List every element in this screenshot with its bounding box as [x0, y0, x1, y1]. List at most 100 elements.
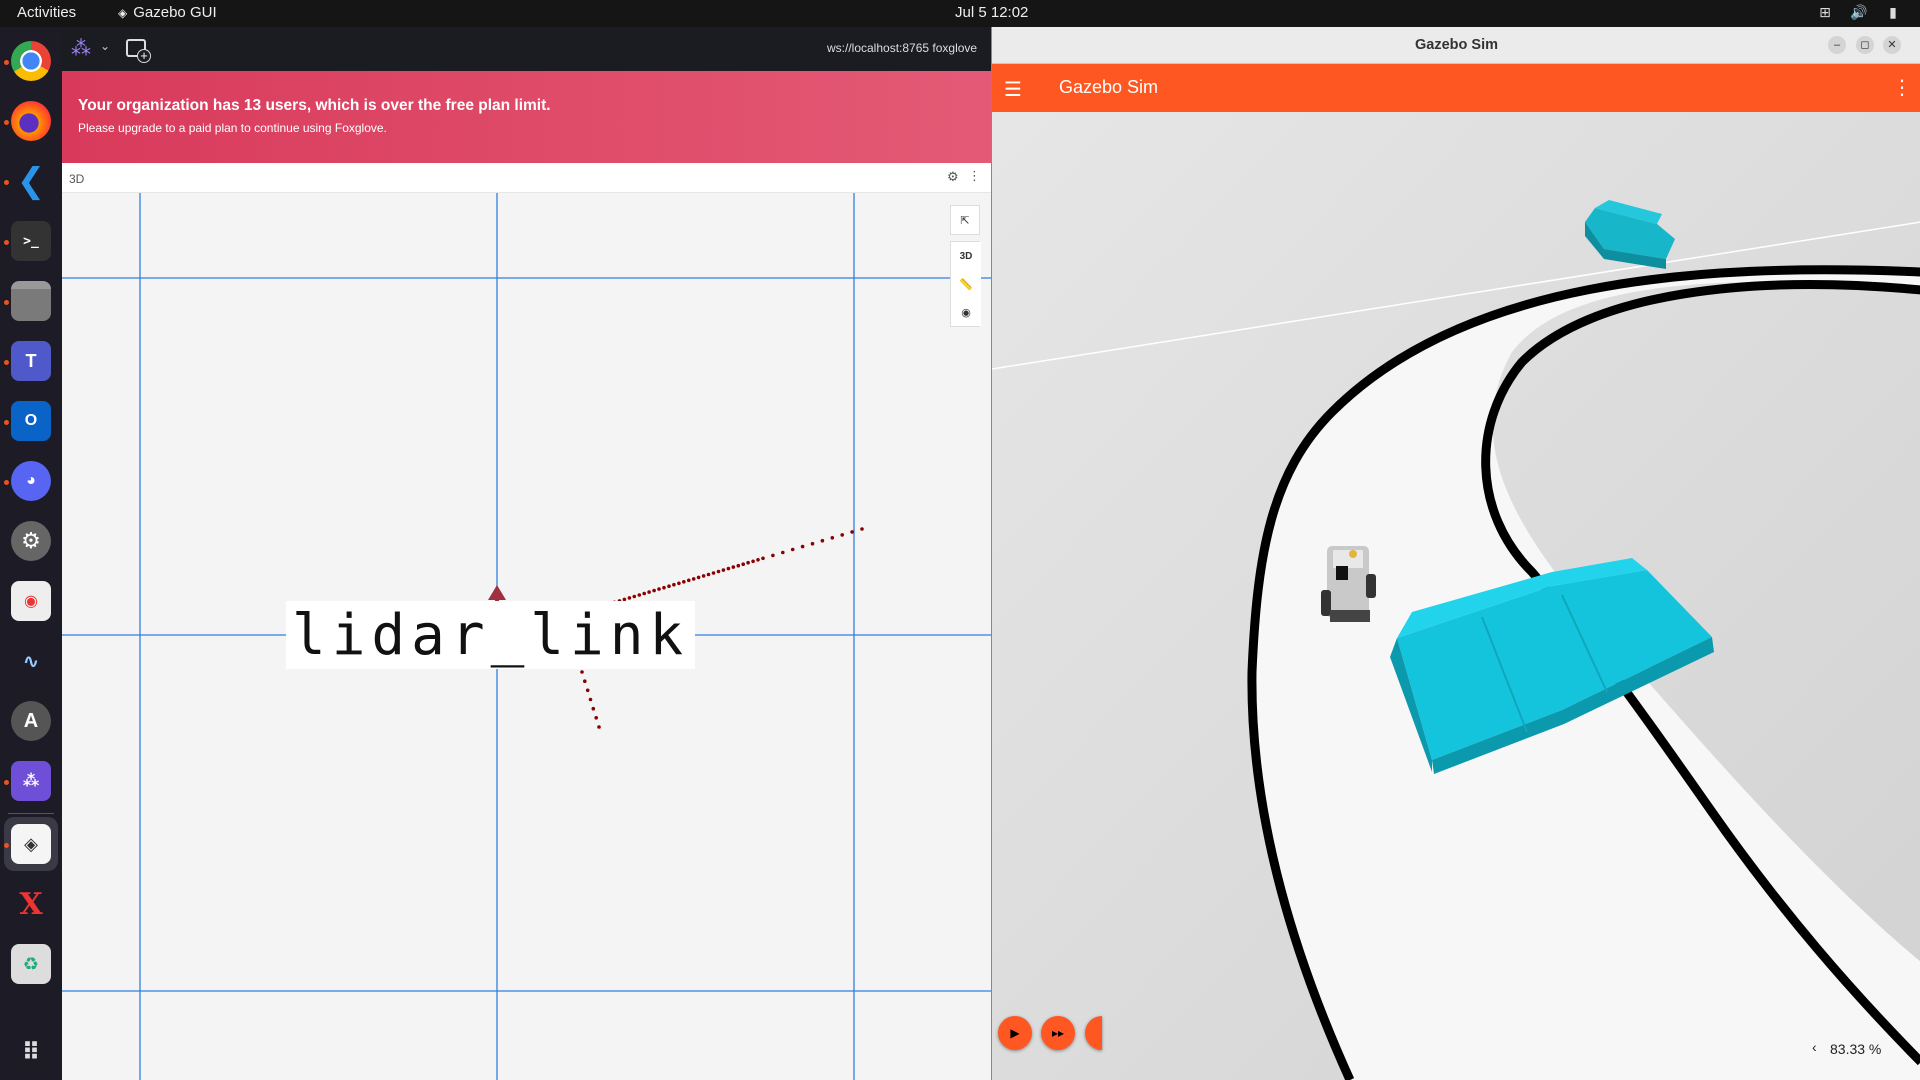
trash-icon[interactable]: ♻	[11, 944, 51, 984]
lidar-point	[731, 565, 736, 569]
chevron-left-icon[interactable]: ‹	[1812, 1039, 1817, 1055]
battery-icon: ▮	[1889, 4, 1897, 20]
banner-title: Your organization has 13 users, which is…	[78, 97, 551, 114]
system-monitor-icon[interactable]: ∿	[11, 641, 51, 681]
foxglove-header: ⁂ ⌄ ws://localhost:8765 foxglove	[62, 27, 991, 71]
lidar-point	[761, 556, 765, 561]
window-title: Gazebo Sim	[1415, 37, 1498, 53]
add-panel-icon[interactable]	[126, 39, 151, 63]
lidar-point	[642, 591, 646, 596]
lidar-point	[741, 562, 745, 566]
gear-icon[interactable]: ⚙	[947, 169, 959, 185]
lidar-point	[726, 566, 731, 571]
step-forward-button[interactable]: ▸▸	[1041, 1016, 1075, 1050]
files-icon[interactable]	[11, 281, 51, 321]
lidar-point	[597, 725, 601, 729]
foxglove-window: ⁂ ⌄ ws://localhost:8765 foxglove Your or…	[62, 27, 991, 1080]
lidar-point	[746, 560, 750, 565]
volume-icon: 🔊	[1850, 4, 1868, 20]
software-icon[interactable]: A	[11, 701, 51, 741]
lidar-point	[771, 553, 775, 558]
lidar-point	[721, 568, 726, 572]
lidar-point	[800, 544, 805, 549]
lidar-point	[667, 584, 671, 588]
lidar-point	[696, 575, 701, 580]
lidar-point	[781, 550, 785, 555]
activities-button[interactable]: Activities	[17, 4, 76, 21]
robot-model	[1321, 546, 1376, 622]
chevron-down-icon[interactable]: ⌄	[100, 39, 110, 53]
settings-icon[interactable]: ⚙	[11, 521, 51, 561]
close-icon[interactable]: ✕	[1883, 36, 1901, 54]
show-apps-icon[interactable]: ⠿	[11, 1032, 51, 1072]
banner-subtitle: Please upgrade to a paid plan to continu…	[78, 121, 387, 135]
foxglove-logo-icon[interactable]: ⁂	[71, 36, 97, 62]
viewport-tools: ⇱ 3D 📏 ◉	[950, 205, 981, 327]
connection-url[interactable]: ws://localhost:8765 foxglove	[827, 41, 977, 55]
lidar-point	[588, 697, 593, 702]
lidar-point	[647, 590, 651, 594]
app-menu[interactable]: ◈ Gazebo GUI	[118, 4, 217, 21]
panel-toolbar: 3D ⚙ ⋮	[62, 163, 991, 193]
frame-label: lidar_link	[286, 601, 696, 669]
top-bar: Activities ◈ Gazebo GUI Jul 5 12:02 ⊞ 🔊 …	[0, 0, 1920, 27]
gazebo-3d-scene[interactable]	[992, 112, 1920, 1080]
lidar-point	[632, 594, 637, 599]
vscode-icon[interactable]: ❮	[11, 161, 51, 201]
lidar-point	[830, 536, 835, 540]
gazebo-app-bar: ☰ Gazebo Sim ⋮	[992, 64, 1920, 112]
lidar-point	[662, 585, 666, 590]
lidar-point	[790, 547, 795, 552]
select-tool-icon[interactable]: ⇱	[950, 205, 980, 235]
tweaks-icon[interactable]: ◉	[11, 581, 51, 621]
publish-point-icon[interactable]: ◉	[951, 298, 981, 326]
lidar-point	[751, 559, 755, 564]
real-time-factor: 83.33 %	[1830, 1041, 1882, 1057]
firefox-icon[interactable]	[11, 101, 51, 141]
camera-mode-button[interactable]: 3D	[951, 242, 981, 270]
lidar-point	[637, 593, 642, 597]
lidar-point	[691, 577, 696, 581]
lidar-point	[591, 706, 596, 711]
gazebo-icon[interactable]: ◈	[11, 824, 51, 864]
lidar-point	[820, 538, 825, 543]
lidar-point	[716, 569, 721, 574]
maximize-icon[interactable]: ◻	[1856, 36, 1874, 54]
teams-icon[interactable]: T	[11, 341, 51, 381]
clock[interactable]: Jul 5 12:02	[955, 4, 1028, 21]
lidar-point	[756, 558, 760, 562]
lidar-point	[594, 716, 598, 720]
lidar-point	[580, 670, 584, 674]
lidar-point	[627, 596, 632, 600]
lidar-point	[736, 563, 741, 568]
lidar-point	[687, 578, 691, 583]
terminal-icon[interactable]: >_	[11, 221, 51, 261]
dock: ❮ >_ T O ◕ ⚙ ◉ ∿ A ⁂ ◈ X ♻ ⠿	[0, 27, 62, 1080]
more-options-icon[interactable]: ⋮	[968, 168, 981, 184]
system-tray[interactable]: ⊞ 🔊 ▮	[1816, 3, 1902, 21]
lidar-point	[585, 688, 590, 693]
lidar-point	[706, 572, 711, 577]
lidar-point	[583, 679, 587, 683]
hamburger-menu-icon[interactable]: ☰	[1004, 77, 1022, 102]
app-bar-title: Gazebo Sim	[1059, 77, 1159, 97]
lidar-point	[657, 587, 661, 591]
lidar-point	[810, 541, 815, 546]
panel-title[interactable]: 3D	[69, 172, 84, 186]
more-options-icon[interactable]: ⋮	[1892, 75, 1912, 100]
foxglove-icon[interactable]: ⁂	[11, 761, 51, 801]
discord-icon[interactable]: ◕	[11, 461, 51, 501]
minimize-icon[interactable]: –	[1828, 36, 1846, 54]
xserver-icon[interactable]: X	[11, 884, 51, 924]
outlook-icon[interactable]: O	[11, 401, 51, 441]
plan-limit-banner: Your organization has 13 users, which is…	[62, 71, 991, 163]
lidar-point	[840, 533, 844, 537]
lidar-point	[711, 571, 716, 575]
lidar-point	[860, 527, 864, 531]
lidar-point	[672, 582, 676, 587]
measure-ruler-icon[interactable]: 📏	[951, 270, 981, 298]
chrome-icon[interactable]	[11, 41, 51, 81]
play-button[interactable]: ▶	[998, 1016, 1032, 1050]
window-titlebar: Gazebo Sim – ◻ ✕	[992, 27, 1920, 64]
lidar-point	[850, 530, 854, 534]
